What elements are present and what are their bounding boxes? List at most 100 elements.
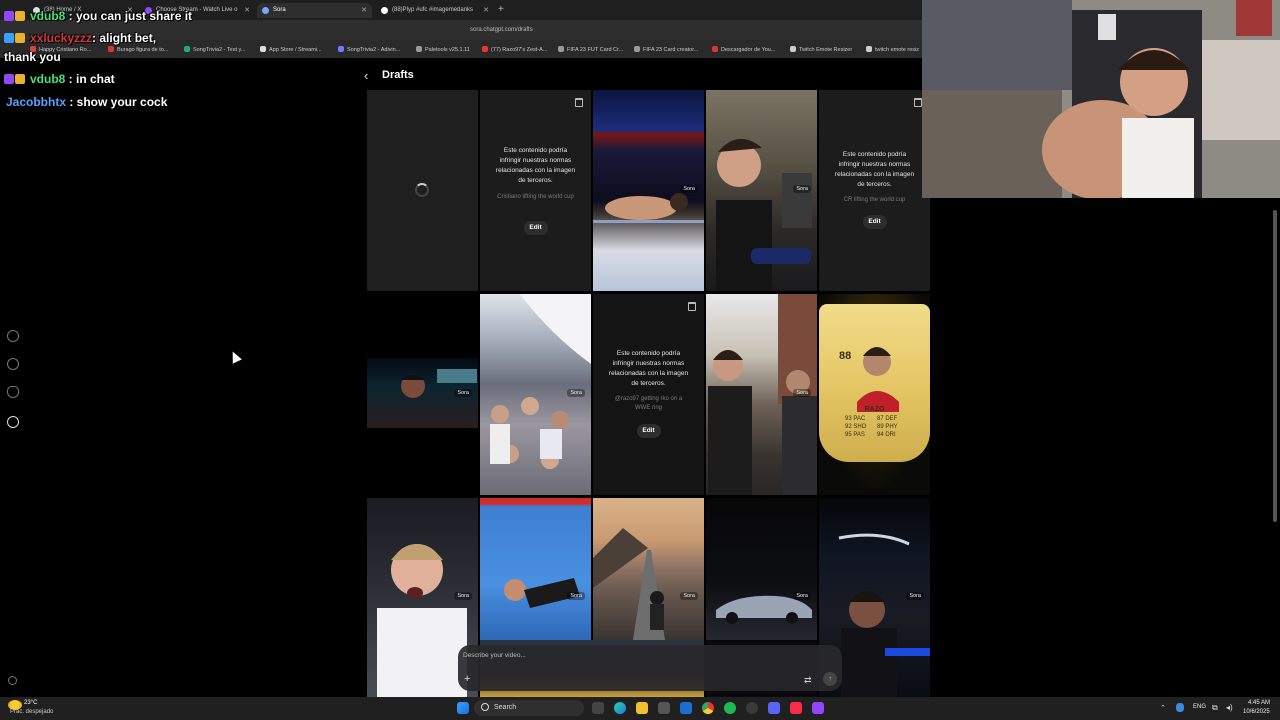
profile-icon[interactable] [7,416,19,428]
url-text[interactable]: sora.chatgpt.com/drafts [470,27,533,33]
webcam-streamer-icon [922,0,1280,198]
close-icon[interactable]: ✕ [361,6,367,14]
bookmark-item[interactable]: SongTrivia2 - Adivin... [338,46,400,53]
mouse-cursor-icon [228,349,242,364]
chat-badges-icon [4,10,26,21]
clock-time[interactable]: 4:45 AM [1248,700,1270,706]
windows-start-icon[interactable] [457,702,469,714]
search-icon[interactable] [7,358,19,370]
tab-label: (88)Plyp #ufc #imagemedanks [392,7,474,13]
new-tab-button[interactable]: + [498,4,504,15]
tray-chevron-icon[interactable]: ⌃ [1160,704,1166,712]
motorcycle-road-icon [593,528,665,640]
weather-temperature[interactable]: 23°C [24,700,37,706]
back-chevron-icon[interactable]: ‹ [364,68,368,83]
sora-watermark: Sora [793,592,811,600]
draft-blocked[interactable]: Este contenido podría infringir nuestras… [480,90,591,291]
card-stats-right: 87 DEF 89 PHY 94 DRI [877,416,898,438]
close-icon[interactable]: ✕ [483,6,489,14]
bookmark-item[interactable]: Burago figura de to... [108,46,168,53]
settings-sliders-icon[interactable]: ⇄ [804,675,812,686]
onedrive-icon[interactable] [1176,703,1184,712]
taskbar-search-label[interactable]: Search [494,704,516,711]
weather-condition[interactable]: Prac. despejado [10,709,53,715]
music-icon[interactable] [790,702,802,714]
tab-tiktok[interactable]: (88)Plyp #ufc #imagemedanks ✕ [376,3,494,18]
twitch-icon[interactable] [812,702,824,714]
settings-icon[interactable] [8,676,17,685]
trash-icon[interactable] [688,302,696,311]
draft-video-thumbnail[interactable]: Sora [706,90,817,291]
page-scrollbar[interactable] [1273,210,1277,522]
bookmark-item[interactable]: FIFA 23 FUT Card Cr... [558,46,623,53]
chat-username: Jacobbhtx [6,95,67,109]
discord-icon[interactable] [768,702,780,714]
task-view-icon[interactable] [592,702,604,714]
edit-button[interactable]: Edit [636,424,661,438]
taskbar-search-box[interactable] [474,700,584,716]
chat-username: xxluckyzzz [30,31,93,45]
notification-icon[interactable] [7,386,19,398]
sora-watermark: Sora [680,185,698,193]
spotify-icon[interactable] [724,702,736,714]
prompt-text: Cristiano lifting the world cup [497,194,574,200]
edit-button[interactable]: Edit [523,221,548,235]
chrome-icon[interactable] [702,702,714,714]
clock-date[interactable]: 10/6/2025 [1243,709,1270,715]
bookmark-item[interactable]: App Store / Streami... [260,46,322,53]
draft-video-thumbnail[interactable]: Sora [367,294,478,495]
bookmark-item[interactable]: Descargador de You... [712,46,775,53]
store-icon[interactable] [658,702,670,714]
chat-username: vdub8 [30,9,66,23]
network-icon[interactable]: ⧉ [1212,703,1218,713]
edit-button[interactable]: Edit [862,215,887,229]
draft-video-thumbnail[interactable]: Sora [593,498,704,640]
language-indicator[interactable]: ENG [1193,704,1206,710]
page-title: Drafts [382,69,414,81]
bookmark-item[interactable]: FIFA 23 Card creator... [634,46,698,53]
mail-icon[interactable] [680,702,692,714]
wrestler-down-icon [504,578,580,608]
draft-blocked[interactable]: Este contenido podría infringir nuestras… [593,294,704,495]
home-icon[interactable] [7,330,19,342]
card-player-name: RAZO [864,406,885,413]
trash-icon[interactable] [575,98,583,107]
draft-video-thumbnail[interactable]: Sora [480,294,591,495]
bookmark-item[interactable]: (77) Razo97's Zest-A... [482,46,547,53]
sora-favicon-icon [262,7,269,14]
sora-watermark: Sora [567,592,585,600]
draft-fifa-card[interactable]: 88 RAZO 93 PAC 92 SHO 95 PAS 87 DEF 89 P… [819,294,930,495]
sora-watermark: Sora [454,592,472,600]
chat-message-continuation: thank you [4,50,61,64]
player-portrait-icon [857,347,899,412]
tab-sora[interactable]: Sora ✕ [257,3,372,18]
file-explorer-icon[interactable] [636,702,648,714]
draft-blocked[interactable]: Este contenido podría infringir nuestras… [819,90,930,291]
notice-text: Este contenido podría infringir nuestras… [495,147,576,184]
draft-video-thumbnail[interactable]: Sora [706,498,817,640]
webcam-overlay [922,0,1280,198]
draft-video-thumbnail[interactable]: Sora [706,294,817,495]
chat-username: vdub8 [30,72,66,86]
edge-icon[interactable] [614,702,626,714]
close-icon[interactable]: ✕ [244,6,250,14]
trash-icon[interactable] [914,98,922,107]
prompt-text: @razo97 getting rko on a WWE ring [614,396,683,411]
bookmark-item[interactable]: SongTrivia2 - Test y... [184,46,245,53]
add-media-icon[interactable]: + [464,673,470,685]
volume-icon[interactable]: ◂) [1226,703,1233,712]
bookmark-item[interactable]: Paletools v25.1.11 [416,46,470,53]
bookmark-item[interactable]: Twitch Emote Resizer [790,46,852,53]
send-arrow-icon[interactable]: ↑ [823,672,837,686]
bookmark-item[interactable]: twitch emote resiz [866,46,919,53]
draft-video-thumbnail[interactable]: Sora [593,90,704,291]
obs-icon[interactable] [746,702,758,714]
car-night-icon [716,595,812,624]
notice-text: Este contenido podría infringir nuestras… [608,350,689,387]
chat-message: vdub8 : you can just share it [4,9,192,23]
draft-video-thumbnail[interactable]: Sora [480,498,591,640]
chat-message: xxluckyzzz: alight bet, [4,31,156,45]
draft-loading[interactable] [367,90,478,291]
tiktok-favicon-icon [381,7,388,14]
prompt-input[interactable]: Describe your video... [463,652,526,659]
